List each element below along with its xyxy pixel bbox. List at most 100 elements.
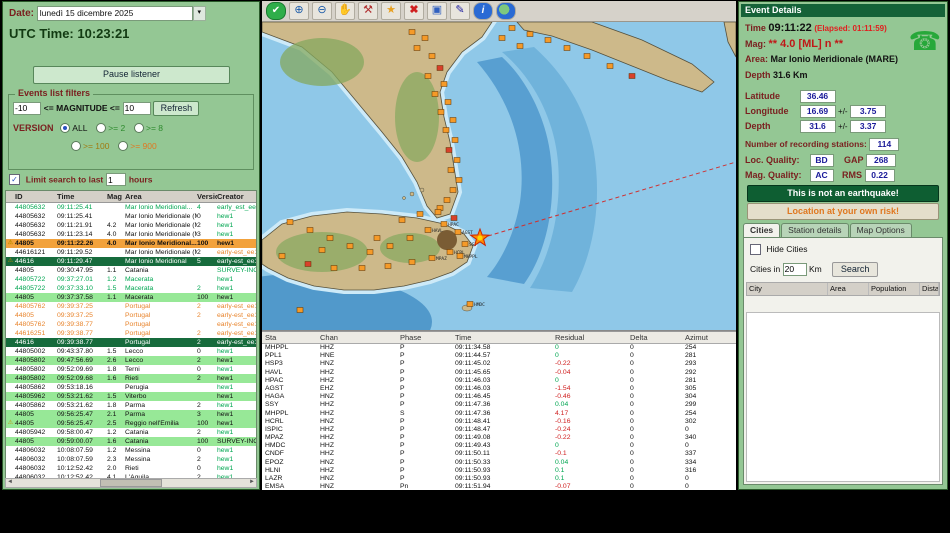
- station-marker[interactable]: [447, 167, 455, 173]
- station-marker[interactable]: [306, 227, 314, 233]
- event-row[interactable]: 44805722 09:37:33.10 1.5 Macerata 2 hew1: [6, 284, 256, 293]
- event-row[interactable]: 44805862 09:53:18.16 Perugia hew1: [6, 383, 256, 392]
- station-marker[interactable]: [451, 137, 459, 143]
- pick-row[interactable]: HAVL HHZ P 09:11:45.65 -0.04 0 292: [262, 369, 736, 377]
- station-marker[interactable]: [304, 261, 312, 267]
- event-row[interactable]: 44805762 09:39:37.25 Portugal 2 early-est_ee…: [6, 302, 256, 311]
- picks-header-delta[interactable]: Delta: [630, 332, 685, 343]
- own-risk-button[interactable]: Location at your own risk!: [747, 203, 939, 220]
- event-row[interactable]: 44806032 10:08:07.59 1.2 Messina 0 hew1: [6, 446, 256, 455]
- station-marker[interactable]: [406, 235, 414, 241]
- station-marker[interactable]: [449, 117, 457, 123]
- version-radio-8[interactable]: [134, 123, 145, 134]
- station-marker[interactable]: [286, 219, 294, 225]
- pick-row[interactable]: MHPPL HHZ S 09:11:47.36 4.17 0 254: [262, 410, 736, 418]
- picks-header-sta[interactable]: Sta: [262, 332, 320, 343]
- event-row[interactable]: 44616121 09:11:29.52 Mar Ionio Meridionale…: [6, 248, 256, 257]
- event-row[interactable]: 44805632 09:11:21.91 4.2 Mar Ionio Meridion…: [6, 221, 256, 230]
- mag-max-input[interactable]: [122, 101, 151, 115]
- header-id[interactable]: ID: [15, 191, 57, 202]
- station-marker[interactable]: [461, 241, 469, 247]
- station-marker[interactable]: [358, 265, 366, 271]
- station-marker[interactable]: [606, 63, 614, 69]
- station-marker[interactable]: [296, 307, 304, 313]
- mag-min-input[interactable]: [13, 101, 41, 115]
- event-row[interactable]: 44805802 09:52:09.68 1.6 Rieti 2 hew1: [6, 374, 256, 383]
- hide-cities-checkbox[interactable]: [750, 244, 761, 256]
- event-row[interactable]: 44805 09:56:25.47 2.1 Parma 3 hew1: [6, 410, 256, 419]
- station-marker[interactable]: [450, 215, 458, 221]
- pick-row[interactable]: EMSA HNZ Pn 09:11:51.94 -0.07 0 0: [262, 483, 736, 490]
- seismic-map[interactable]: HAVLHPACAGSTSSYHCRLMPAZMHPPLHMDC: [262, 22, 736, 331]
- event-row[interactable]: 44616 09:39:38.77 Portugal 2 early-est_ee1.1…: [6, 338, 256, 347]
- station-marker[interactable]: [366, 249, 374, 255]
- pick-row[interactable]: HAGA HNZ P 09:11:46.45 -0.46 0 304: [262, 393, 736, 401]
- event-row[interactable]: 44806032 10:08:07.59 2.3 Messina 2 hew1: [6, 455, 256, 464]
- station-marker[interactable]: [431, 91, 439, 97]
- station-marker[interactable]: [628, 73, 636, 79]
- station-marker[interactable]: [373, 235, 381, 241]
- station-marker[interactable]: [440, 221, 448, 227]
- picks-header-residual[interactable]: Residual: [555, 332, 630, 343]
- station-marker[interactable]: [413, 45, 421, 51]
- pick-row[interactable]: HLNI HHZ P 09:11:50.93 0.1 0 316: [262, 467, 736, 475]
- phone-icon[interactable]: ☎: [909, 28, 941, 54]
- pause-listener-button[interactable]: Pause listener: [33, 66, 230, 84]
- station-marker[interactable]: [526, 31, 534, 37]
- station-marker[interactable]: [436, 65, 444, 71]
- header-creator[interactable]: Creator: [217, 191, 256, 202]
- header-mag[interactable]: Mag: [107, 191, 125, 202]
- station-marker[interactable]: [437, 109, 445, 115]
- not-earthquake-button[interactable]: This is not an earthquake!: [747, 185, 939, 202]
- event-row[interactable]: 44805942 09:58:00.47 1.2 Catania 2 hew1: [6, 428, 256, 437]
- event-row[interactable]: 44806032 10:12:52.42 2.0 Rieti 0 hew1: [6, 464, 256, 473]
- event-row[interactable]: ⚠ 44805 09:56:25.47 2.5 Reggio nell'Emilia 10…: [6, 419, 256, 428]
- zoom-in-icon[interactable]: ⊕: [289, 2, 309, 20]
- event-row[interactable]: 44805632 09:11:23.14 4.0 Mar Ionio Meridion…: [6, 230, 256, 239]
- station-marker[interactable]: [516, 43, 524, 49]
- station-marker[interactable]: [384, 263, 392, 269]
- station-marker[interactable]: [442, 127, 450, 133]
- header-time[interactable]: Time: [57, 191, 107, 202]
- pick-row[interactable]: HPAC HHZ P 09:11:46.03 0 0 281: [262, 377, 736, 385]
- pick-row[interactable]: SSY HHZ P 09:11:47.36 0.04 0 299: [262, 401, 736, 409]
- header-area[interactable]: Area: [125, 191, 197, 202]
- pick-row[interactable]: LAZR HNZ P 09:11:50.93 0.1 0 0: [262, 475, 736, 483]
- station-marker[interactable]: [444, 99, 452, 105]
- info-icon[interactable]: i: [473, 2, 493, 20]
- pick-row[interactable]: HMDC HHZ P 09:11:49.43 0 0 0: [262, 442, 736, 450]
- event-row[interactable]: 44805802 09:47:56.69 2.6 Lecco 2 hew1: [6, 356, 256, 365]
- station-marker[interactable]: [421, 35, 429, 41]
- station-marker[interactable]: [346, 243, 354, 249]
- search-cities-button[interactable]: Search: [832, 262, 879, 277]
- station-marker[interactable]: [278, 253, 286, 259]
- station-marker[interactable]: [449, 187, 457, 193]
- events-horizontal-scrollbar[interactable]: ◄ ►: [5, 478, 257, 488]
- station-marker[interactable]: [544, 37, 552, 43]
- station-marker[interactable]: [330, 265, 338, 271]
- event-row[interactable]: 44805722 09:37:27.01 1.2 Macerata hew1: [6, 275, 256, 284]
- close-icon[interactable]: ✖: [404, 2, 424, 20]
- event-row[interactable]: ⚠ 44616 09:11:29.47 Mar Ionio Meridional 5 ea…: [6, 257, 256, 266]
- pan-icon[interactable]: ✋: [335, 2, 355, 20]
- cities-header-city[interactable]: City: [747, 283, 828, 295]
- edit-icon[interactable]: ✎: [450, 2, 470, 20]
- window-icon[interactable]: ▣: [427, 2, 447, 20]
- picks-header-azimut[interactable]: Azimut: [685, 332, 736, 343]
- zoom-out-icon[interactable]: ⊖: [312, 2, 332, 20]
- station-marker[interactable]: [408, 29, 416, 35]
- cities-header-area[interactable]: Area: [828, 283, 869, 295]
- version-radio-100[interactable]: [71, 141, 81, 152]
- event-row[interactable]: 44616251 09:39:38.77 Portugal 2 early-est_ee…: [6, 329, 256, 338]
- confirm-icon[interactable]: ✔: [266, 2, 286, 20]
- picks-header-phase[interactable]: Phase: [400, 332, 455, 343]
- event-row[interactable]: 44805862 09:53:21.62 1.8 Parma 2 hew1: [6, 401, 256, 410]
- limit-hours-input[interactable]: [106, 173, 127, 186]
- station-marker[interactable]: [563, 45, 571, 51]
- event-row[interactable]: ⚠ 44805 09:11:22.26 4.0 Mar Ionio Meridional…: [6, 239, 256, 248]
- event-row[interactable]: 44805962 09:53:21.62 1.5 Viterbo hew1: [6, 392, 256, 401]
- event-row[interactable]: 44805002 09:43:37.80 1.5 Lecco 0 hew1: [6, 347, 256, 356]
- station-marker[interactable]: [445, 147, 453, 153]
- station-marker[interactable]: [446, 249, 454, 255]
- station-marker[interactable]: [326, 235, 334, 241]
